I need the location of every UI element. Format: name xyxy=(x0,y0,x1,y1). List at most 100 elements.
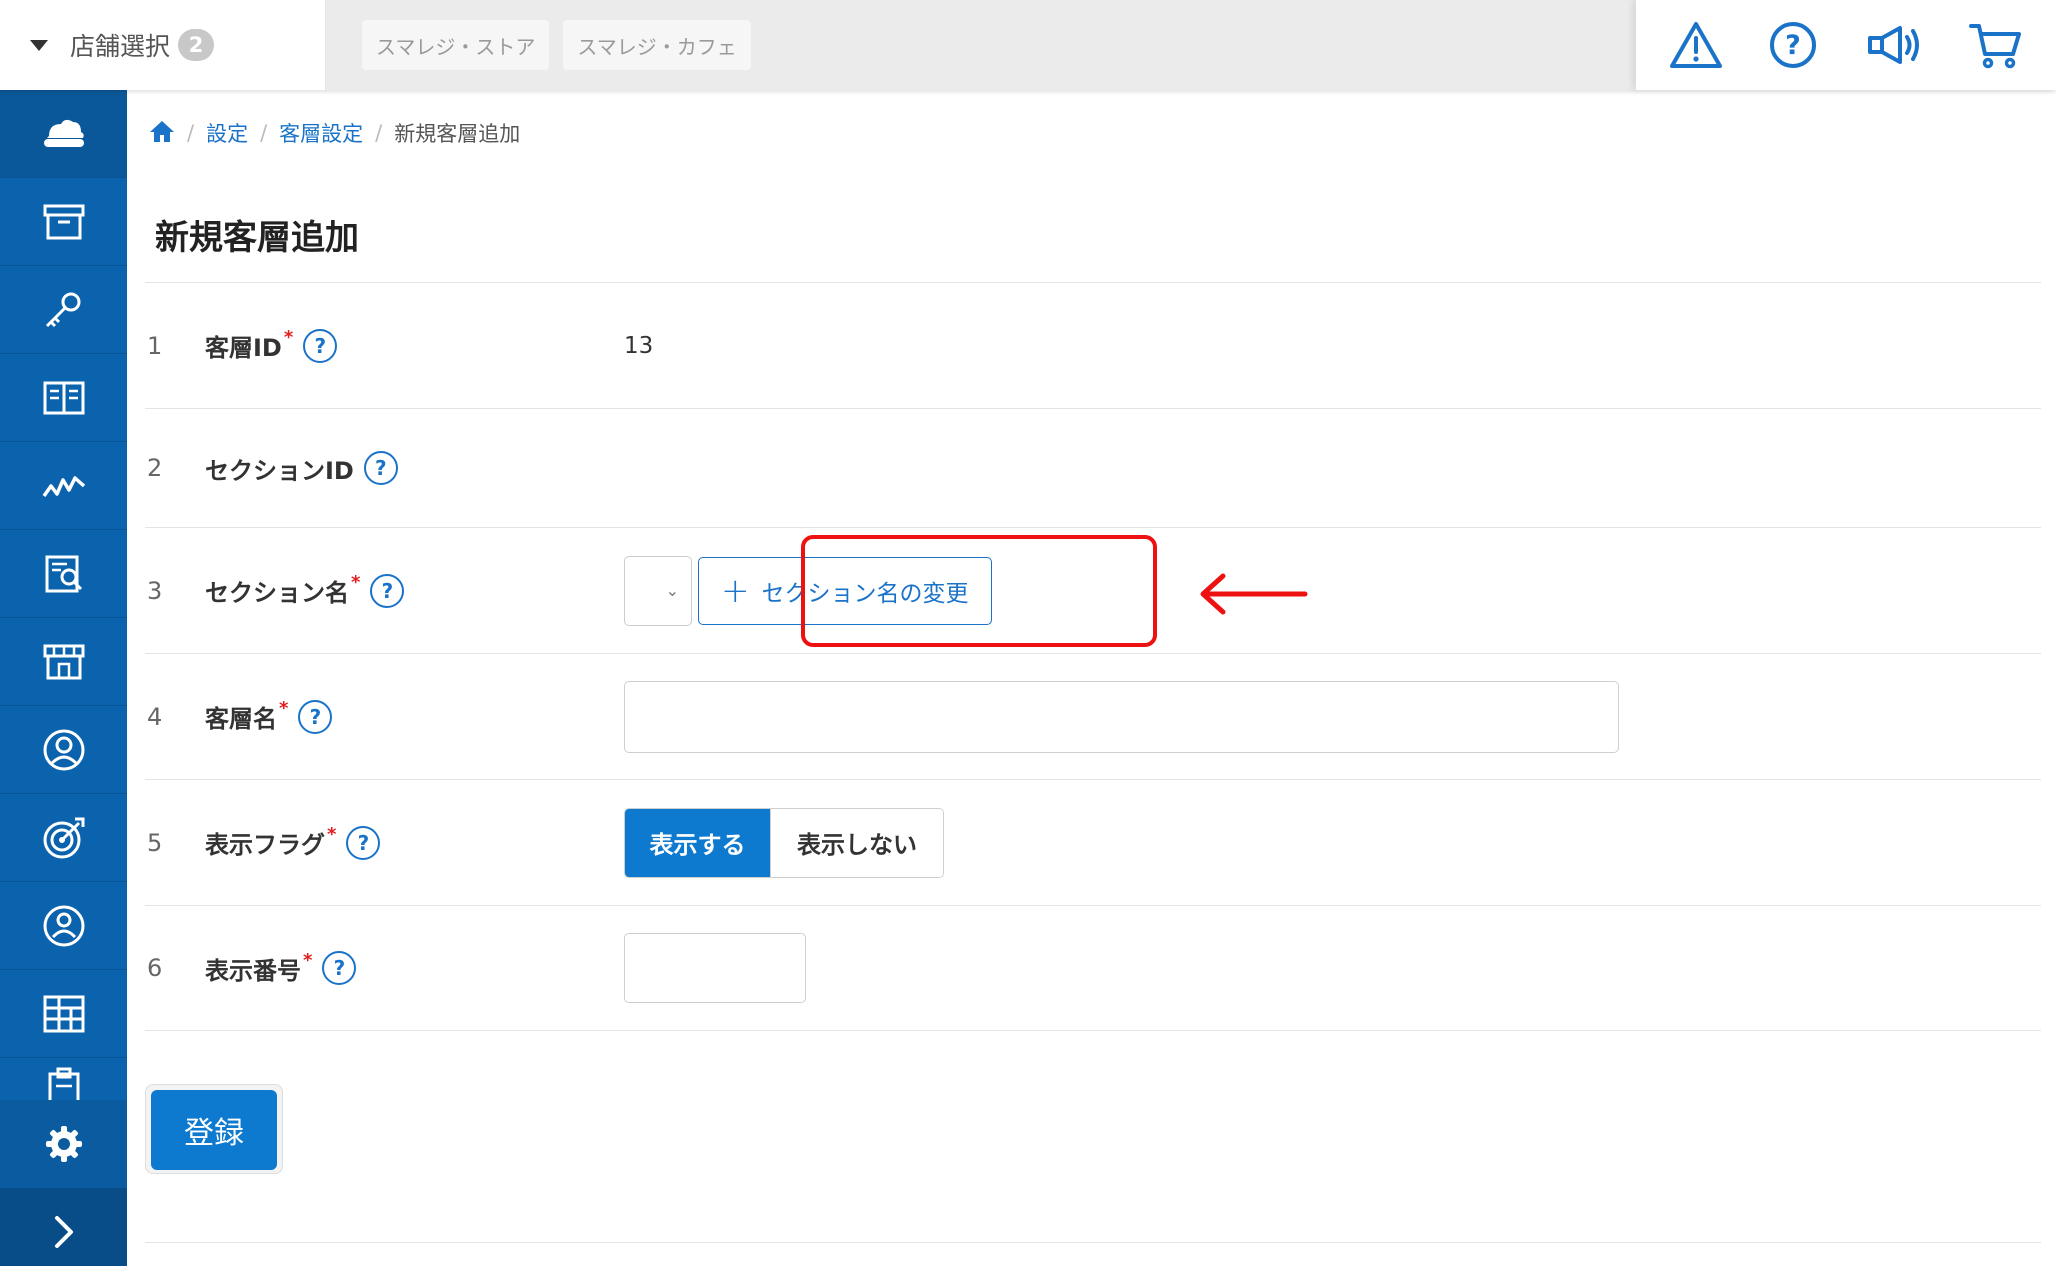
sidebar-item-cloud[interactable] xyxy=(0,90,127,178)
help-icon[interactable]: ? xyxy=(303,328,338,363)
megaphone-icon[interactable] xyxy=(1864,20,1924,70)
breadcrumb-current: 新規客層追加 xyxy=(394,122,521,146)
sidebar-item-key[interactable] xyxy=(0,266,127,354)
sidebar-item-book[interactable] xyxy=(0,354,127,442)
required-mark: * xyxy=(327,824,337,845)
field-label-text: 客層ID xyxy=(205,334,282,362)
form-row-section-id: 2 セクションID? xyxy=(145,408,2041,527)
segment-form: 1 客層ID *? 13 2 セクションID? 3 セクション名 *? ⌄ + セク… xyxy=(145,282,2041,1031)
key-icon xyxy=(45,292,80,327)
store-icon xyxy=(43,644,84,679)
breadcrumb-link-settings[interactable]: 設定 xyxy=(206,118,248,148)
sidebar-item-archive[interactable] xyxy=(0,178,127,266)
store-count-badge: 2 xyxy=(178,29,215,61)
book-icon xyxy=(43,381,84,414)
breadcrumb-link-customer-segment[interactable]: 客層設定 xyxy=(279,118,363,148)
cloud-icon xyxy=(43,119,84,147)
store-tab[interactable]: スマレジ・カフェ xyxy=(563,20,751,70)
sidebar-item-customer[interactable] xyxy=(0,882,127,970)
help-icon[interactable]: ? xyxy=(298,699,333,734)
svg-text:?: ? xyxy=(1785,30,1801,61)
form-row-section-name: 3 セクション名 *? ⌄ + セクション名の変更 xyxy=(145,527,2041,653)
form-row-segment-name: 4 客層名 *? xyxy=(145,653,2041,779)
submit-button-wrapper: 登録 xyxy=(145,1084,283,1174)
field-label: セクション名 *? xyxy=(205,572,624,608)
section-name-select[interactable]: ⌄ xyxy=(624,555,692,626)
annotation-highlight-box xyxy=(801,535,1157,647)
main-content: / 設定 / 客層設定 / 新規客層追加 新規客層追加 1 客層ID *? 13 … xyxy=(127,90,2056,1266)
field-label: 表示番号 *? xyxy=(205,949,624,986)
row-number: 4 xyxy=(147,702,163,731)
register-button[interactable]: 登録 xyxy=(151,1090,277,1170)
display-flag-hide-option[interactable]: 表示しない xyxy=(770,808,943,877)
chevron-down-icon: ⌄ xyxy=(665,581,679,600)
annotation-arrow-icon xyxy=(1193,572,1309,620)
warning-icon[interactable] xyxy=(1669,20,1723,70)
cart-icon[interactable] xyxy=(1969,20,2023,70)
sidebar-item-report[interactable] xyxy=(0,530,127,618)
grid-icon xyxy=(43,995,84,1032)
field-label-text: セクションID xyxy=(205,456,354,485)
divider xyxy=(145,1242,2041,1243)
target-icon xyxy=(43,817,84,858)
sidebar-bottom xyxy=(0,1100,127,1266)
form-row-segment-id: 1 客層ID *? 13 xyxy=(145,282,2041,408)
field-label: 客層名 *? xyxy=(205,698,624,734)
help-icon[interactable]: ? xyxy=(363,451,398,485)
help-icon[interactable]: ? xyxy=(370,573,405,608)
store-select-dropdown[interactable]: 店舗選択 2 xyxy=(0,0,326,90)
breadcrumb-separator: / xyxy=(260,121,268,145)
top-icon-group: ? xyxy=(1636,0,2056,90)
chart-icon xyxy=(42,475,85,497)
field-label-text: 客層名 xyxy=(205,705,277,733)
customer-icon xyxy=(43,905,84,946)
display-flag-show-option[interactable]: 表示する xyxy=(625,808,770,877)
sidebar-item-chart[interactable] xyxy=(0,442,127,530)
sidebar-expand-button[interactable] xyxy=(0,1188,127,1266)
sidebar-item-target[interactable] xyxy=(0,794,127,882)
plus-icon: + xyxy=(721,570,750,611)
sidebar-item-user[interactable] xyxy=(0,706,127,794)
field-label-text: セクション名 xyxy=(205,579,349,607)
breadcrumb-separator: / xyxy=(187,121,195,145)
report-search-icon xyxy=(45,555,82,592)
form-row-display-order: 6 表示番号 *? xyxy=(145,905,2041,1031)
row-number: 5 xyxy=(147,828,163,857)
row-number: 1 xyxy=(147,331,163,360)
home-icon[interactable] xyxy=(149,119,175,148)
chevron-right-icon xyxy=(54,1216,73,1248)
page-title: 新規客層追加 xyxy=(155,218,359,258)
required-mark: * xyxy=(283,327,294,348)
field-label-text: 表示番号 xyxy=(205,956,301,985)
field-label: 客層ID *? xyxy=(205,327,624,363)
row-number: 2 xyxy=(147,454,163,482)
help-icon[interactable]: ? xyxy=(1768,20,1818,70)
gear-icon xyxy=(45,1126,82,1162)
segment-name-input[interactable] xyxy=(624,680,1619,753)
help-icon[interactable]: ? xyxy=(346,825,381,860)
breadcrumb-separator: / xyxy=(375,121,383,145)
display-order-input[interactable] xyxy=(624,933,806,1003)
row-number: 3 xyxy=(147,576,163,605)
top-bar: 店舗選択 2 スマレジ・ストア スマレジ・カフェ ? xyxy=(0,0,2056,90)
sidebar-item-clipboard[interactable] xyxy=(0,1058,127,1106)
archive-icon xyxy=(43,204,84,239)
field-label-text: 表示フラグ xyxy=(205,831,325,859)
field-label: セクションID? xyxy=(205,451,624,486)
store-tabs: スマレジ・ストア スマレジ・カフェ xyxy=(326,0,1636,90)
store-tab[interactable]: スマレジ・ストア xyxy=(362,20,550,70)
help-icon[interactable]: ? xyxy=(322,951,357,985)
caret-down-icon xyxy=(30,39,48,51)
store-select-label: 店舗選択 xyxy=(70,32,171,61)
field-label: 表示フラグ *? xyxy=(205,824,624,860)
required-mark: * xyxy=(279,698,289,719)
sidebar-item-grid[interactable] xyxy=(0,970,127,1058)
sidebar-settings-button[interactable] xyxy=(0,1100,127,1188)
required-mark: * xyxy=(351,572,361,593)
required-mark: * xyxy=(303,949,313,971)
row-number: 6 xyxy=(147,954,163,982)
user-circle-icon xyxy=(43,729,84,770)
segment-id-value: 13 xyxy=(624,332,654,359)
sidebar-item-store[interactable] xyxy=(0,618,127,706)
form-row-display-flag: 5 表示フラグ *? 表示する 表示しない xyxy=(145,779,2041,905)
